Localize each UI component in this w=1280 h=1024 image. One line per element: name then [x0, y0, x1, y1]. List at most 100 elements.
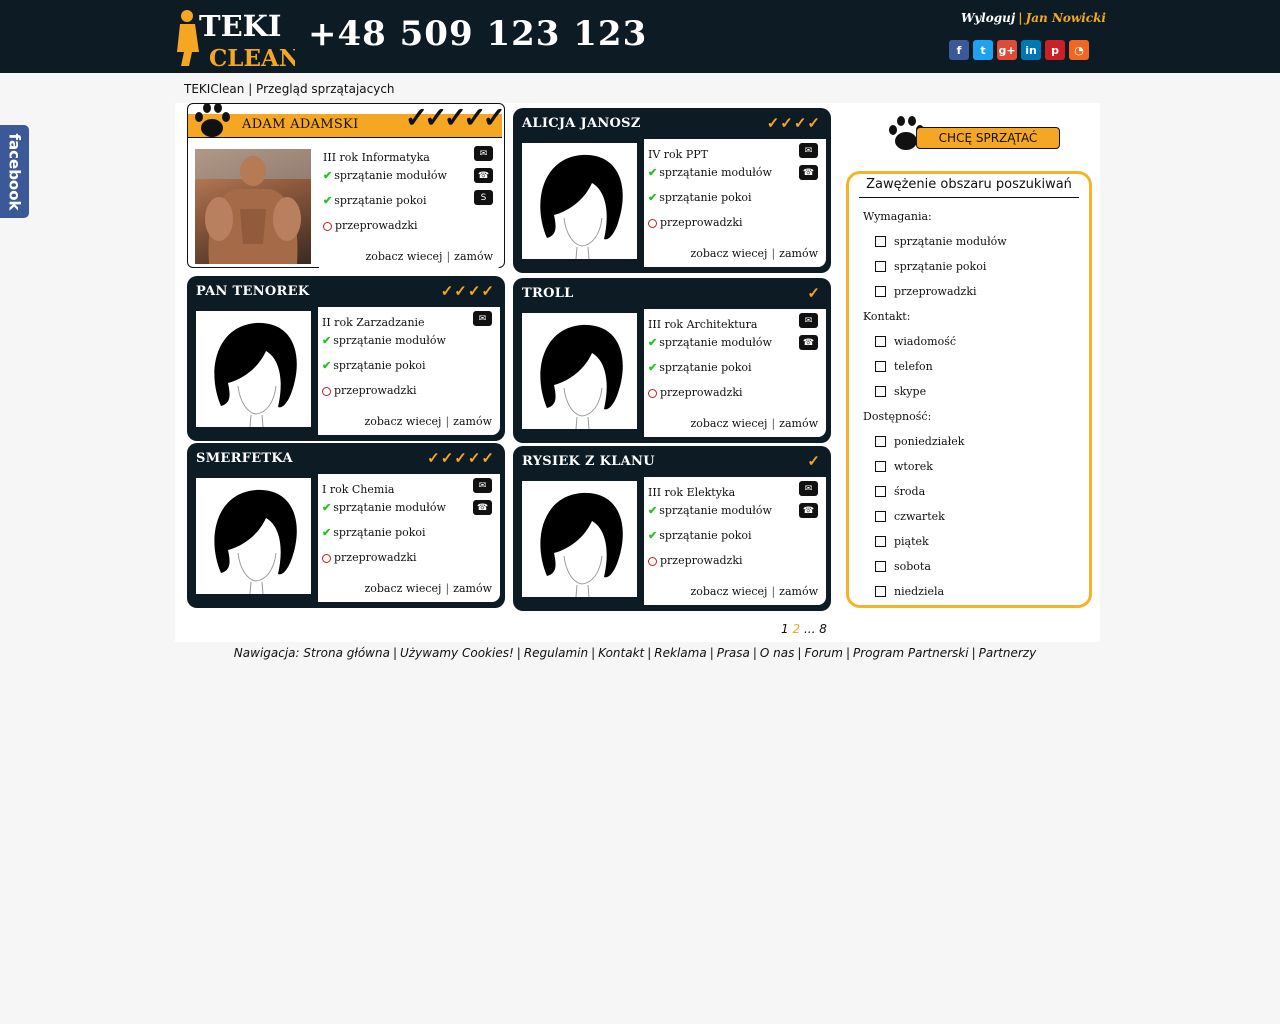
filter-checkbox[interactable]	[875, 336, 886, 347]
page-last-link[interactable]: 8	[819, 622, 827, 636]
filter-option[interactable]: sobota	[875, 560, 931, 573]
filter-option[interactable]: wtorek	[875, 460, 933, 473]
rss-icon[interactable]: ◔	[1069, 40, 1089, 60]
see-more-link[interactable]: zobacz wiecej	[365, 250, 442, 263]
mail-icon[interactable]: ✉	[799, 313, 818, 328]
mail-icon[interactable]: ✉	[799, 143, 818, 158]
card-name[interactable]: Adam Adamski	[242, 117, 359, 132]
avatar[interactable]	[522, 313, 637, 429]
footer-separator: |	[971, 646, 976, 660]
mail-icon[interactable]: ✉	[799, 481, 818, 496]
footer-link[interactable]: Używamy Cookies!	[400, 646, 514, 660]
filter-option[interactable]: czwartek	[875, 510, 945, 523]
filter-checkbox[interactable]	[875, 361, 886, 372]
filter-option[interactable]: niedziela	[875, 585, 944, 598]
see-more-link[interactable]: zobacz wiecej	[690, 247, 767, 260]
filter-checkbox[interactable]	[875, 436, 886, 447]
card-actions: zobacz wiecej | zamów	[364, 582, 492, 595]
mail-icon[interactable]: ✉	[473, 478, 492, 493]
card-name[interactable]: Troll	[522, 286, 574, 301]
mail-icon[interactable]: ✉	[473, 311, 492, 326]
order-link[interactable]: zamów	[453, 415, 492, 428]
see-more-link[interactable]: zobacz wiecej	[690, 417, 767, 430]
card-info: IV rok PPT ✔ sprzątanie modułów ✔ sprzątanie…	[644, 139, 826, 267]
footer-link[interactable]: Regulamin	[524, 646, 588, 660]
filter-option-label: sprzątanie modułów	[894, 235, 1007, 248]
footer-link[interactable]: O nas	[760, 646, 794, 660]
phone-icon[interactable]: ☎	[474, 168, 493, 183]
filter-checkbox[interactable]	[875, 261, 886, 272]
avatar[interactable]	[196, 478, 311, 594]
cleaner-card: Alicja Janosz ✓✓✓✓ IV rok PPT ✔ sprzątanie m…	[513, 108, 831, 273]
order-link[interactable]: zamów	[779, 585, 818, 598]
see-more-link[interactable]: zobacz wiecej	[364, 415, 441, 428]
card-name[interactable]: Pan Tenorek	[196, 284, 309, 299]
phone-icon[interactable]: ☎	[799, 503, 818, 518]
filter-option[interactable]: przeprowadzki	[875, 285, 977, 298]
order-link[interactable]: zamów	[453, 582, 492, 595]
filter-checkbox[interactable]	[875, 511, 886, 522]
facebook-icon[interactable]: f	[949, 40, 969, 60]
card-name[interactable]: Smerfetka	[196, 451, 293, 466]
footer-link[interactable]: Kontakt	[598, 646, 644, 660]
twitter-icon[interactable]: t	[973, 40, 993, 60]
filter-option[interactable]: poniedziałek	[875, 435, 964, 448]
avatar[interactable]	[522, 143, 637, 259]
footer-separator: |	[516, 646, 521, 660]
see-more-link[interactable]: zobacz wiecej	[690, 585, 767, 598]
avatar[interactable]	[522, 481, 637, 597]
footer-link[interactable]: Reklama	[654, 646, 706, 660]
rating-checks: ✓✓✓✓	[766, 114, 821, 132]
phone-icon[interactable]: ☎	[799, 165, 818, 180]
mail-icon[interactable]: ✉	[474, 146, 493, 161]
see-more-link[interactable]: zobacz wiecej	[364, 582, 441, 595]
actions-separator: |	[771, 585, 776, 598]
check-icon: ✔	[648, 336, 658, 349]
filter-option[interactable]: środa	[875, 485, 925, 498]
avatar[interactable]	[195, 149, 311, 264]
linkedin-icon[interactable]: in	[1021, 40, 1041, 60]
order-link[interactable]: zamów	[779, 417, 818, 430]
phone-icon[interactable]: ☎	[473, 500, 492, 515]
filter-option[interactable]: sprzątanie modułów	[875, 235, 1007, 248]
phone-icon[interactable]: ☎	[799, 335, 818, 350]
filter-checkbox[interactable]	[875, 561, 886, 572]
logo[interactable]: TEKI CLEAN	[175, 6, 300, 72]
filter-option[interactable]: telefon	[875, 360, 933, 373]
order-link[interactable]: zamów	[779, 247, 818, 260]
filter-checkbox[interactable]	[875, 286, 886, 297]
logo-text-top: TEKI	[199, 9, 281, 43]
card-name[interactable]: Rysiek z Klanu	[522, 454, 655, 469]
avatar[interactable]	[196, 311, 311, 427]
rating-checks: ✓	[807, 452, 821, 470]
filter-checkbox[interactable]	[875, 461, 886, 472]
footer-separator: |	[709, 646, 714, 660]
filter-option[interactable]: wiadomość	[875, 335, 956, 348]
feature-modules-label: sprzątanie modułów	[659, 166, 772, 179]
footer-link[interactable]: Prasa	[717, 646, 750, 660]
facebook-side-tab[interactable]: facebook	[0, 125, 29, 218]
footer-link[interactable]: Partnerzy	[979, 646, 1037, 660]
footer-link[interactable]: Strona główna	[303, 646, 390, 660]
filter-checkbox[interactable]	[875, 486, 886, 497]
filter-checkbox[interactable]	[875, 536, 886, 547]
username-link[interactable]: Jan Nowicki	[1026, 11, 1106, 25]
footer-link[interactable]: Forum	[804, 646, 842, 660]
pinterest-icon[interactable]: p	[1045, 40, 1065, 60]
page-2-current[interactable]: 2	[792, 622, 800, 636]
filter-option[interactable]: sprzątanie pokoi	[875, 260, 986, 273]
feature-moving-label: przeprowadzki	[660, 554, 743, 567]
filter-option[interactable]: piątek	[875, 535, 929, 548]
filter-checkbox[interactable]	[875, 586, 886, 597]
skype-icon[interactable]: S	[474, 190, 493, 205]
filter-checkbox[interactable]	[875, 386, 886, 397]
want-to-clean-button[interactable]: CHCĘ SPRZĄTAĆ	[916, 127, 1060, 149]
footer-link[interactable]: Program Partnerski	[853, 646, 969, 660]
card-name[interactable]: Alicja Janosz	[522, 116, 641, 131]
filter-option[interactable]: skype	[875, 385, 926, 398]
filter-checkbox[interactable]	[875, 236, 886, 247]
google-plus-icon[interactable]: g+	[997, 40, 1017, 60]
order-link[interactable]: zamów	[454, 250, 493, 263]
logout-link[interactable]: Wyloguj	[961, 11, 1015, 25]
page-1-link[interactable]: 1	[781, 622, 789, 636]
